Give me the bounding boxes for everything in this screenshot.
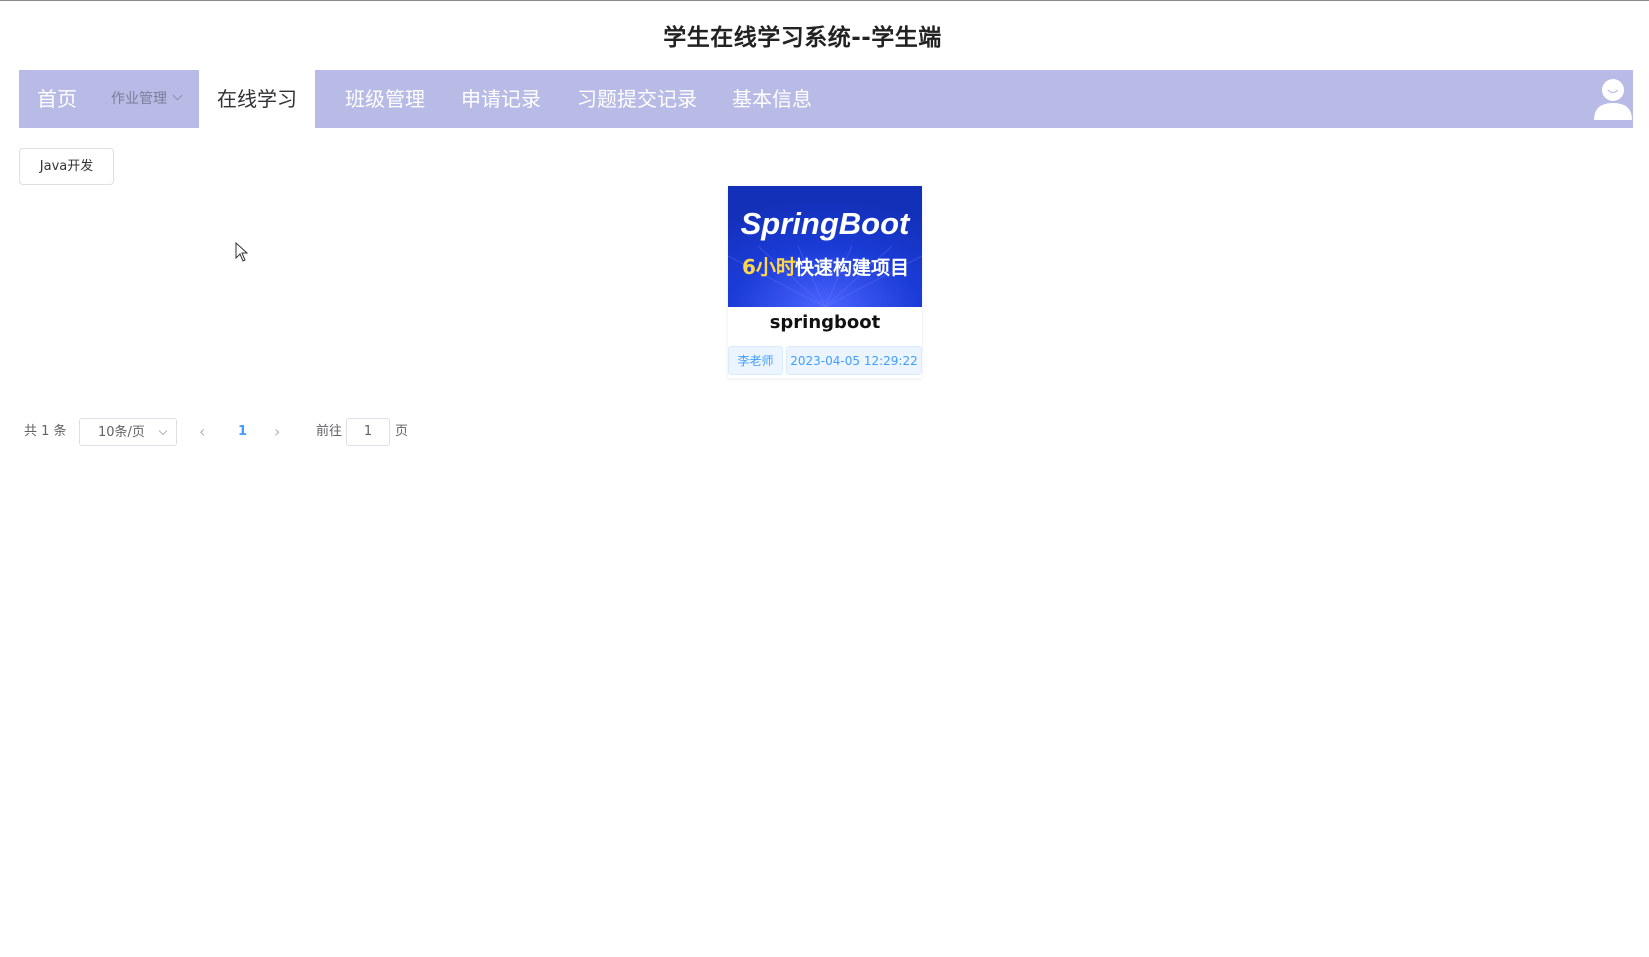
banner-title: SpringBoot (741, 206, 911, 241)
next-page-button[interactable]: › (274, 418, 280, 446)
goto-label: 前往 (316, 424, 343, 439)
banner-subtitle: 快速构建项目 (795, 256, 909, 279)
page-size-select[interactable]: 10条/页 (79, 418, 177, 446)
nav-item-class-management[interactable]: 班级管理 (345, 70, 425, 128)
nav-item-exercise-records[interactable]: 习题提交记录 (577, 70, 697, 128)
course-card[interactable]: SpringBoot 6小时 快速构建项目 springboot 李老师 202… (728, 186, 922, 378)
main-nav: 首页 作业管理 在线学习 班级管理 申请记录 习题提交记录 基本信息 (19, 70, 1633, 128)
page-number-1[interactable]: 1 (238, 418, 247, 446)
banner-highlight: 6小时 (742, 255, 796, 279)
created-time-tag: 2023-04-05 12:29:22 (786, 346, 922, 375)
course-banner-image: SpringBoot 6小时 快速构建项目 (728, 186, 922, 307)
window-top-border (0, 0, 1649, 1)
category-button-java[interactable]: Java开发 (19, 148, 114, 185)
teacher-tag: 李老师 (728, 346, 783, 375)
nav-item-basic-info[interactable]: 基本信息 (732, 70, 812, 128)
prev-page-button[interactable]: ‹ (199, 418, 205, 446)
mouse-cursor-icon (235, 242, 249, 262)
nav-item-home[interactable]: 首页 (37, 70, 77, 128)
goto-page-input[interactable] (346, 418, 390, 446)
course-name: springboot (769, 312, 881, 333)
chevron-down-icon (158, 426, 168, 436)
nav-item-homework-label: 作业管理 (111, 91, 167, 107)
page-unit-label: 页 (395, 424, 409, 439)
nav-item-application-records[interactable]: 申请记录 (461, 70, 541, 128)
user-avatar-icon[interactable] (1591, 77, 1635, 121)
pagination-total: 共 1 条 (24, 424, 67, 439)
page-title: 学生在线学习系统--学生端 (663, 25, 942, 51)
nav-item-online-learning[interactable]: 在线学习 (199, 70, 315, 128)
page-size-value: 10条/页 (98, 425, 145, 440)
nav-item-homework[interactable]: 作业管理 (111, 70, 183, 128)
chevron-down-icon (172, 90, 183, 101)
